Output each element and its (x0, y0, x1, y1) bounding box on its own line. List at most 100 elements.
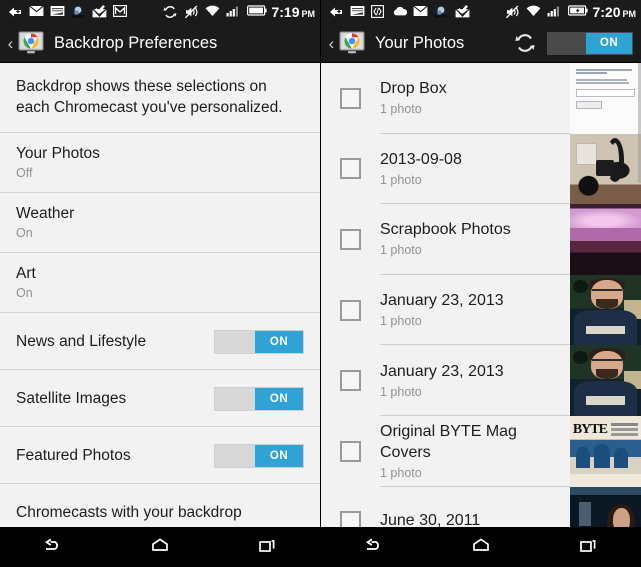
toggle-on-label: ON (255, 387, 303, 410)
home-icon[interactable] (454, 527, 508, 567)
check-envelope-icon (455, 5, 471, 19)
recents-icon[interactable] (561, 527, 615, 567)
intro-paragraph: Backdrop shows these selections on each … (16, 78, 283, 116)
envelope-icon (413, 5, 429, 19)
backdrop-intro-text: Backdrop shows these selections on each … (0, 63, 320, 132)
download-arrow-icon (8, 5, 24, 19)
thumbnail-byte-magazine-cover: BYTE (570, 415, 641, 487)
photo-icon (71, 5, 87, 19)
home-icon[interactable] (133, 527, 187, 567)
toggle-your-photos[interactable]: ON (547, 31, 633, 55)
refresh-icon[interactable] (513, 31, 537, 55)
cell-signal-icon (547, 5, 563, 19)
album-thumbnail[interactable] (570, 345, 641, 416)
album-meta: Scrapbook Photos 1 photo (380, 204, 570, 275)
list-item[interactable]: Original BYTE Mag Covers 1 photo BYTE (321, 415, 641, 487)
back-icon[interactable] (347, 527, 401, 567)
album-checkbox-wrap[interactable] (321, 134, 380, 205)
album-meta: Drop Box 1 photo (380, 63, 570, 134)
wifi-icon (205, 5, 221, 19)
right-action-bar: ‹ Your Photos ON (321, 24, 641, 63)
album-checkbox-wrap[interactable] (321, 63, 380, 134)
chromecast-icon[interactable] (339, 31, 365, 55)
album-title: January 23, 2013 (380, 362, 504, 380)
checkbox-icon[interactable] (340, 228, 361, 250)
album-count: 1 photo (380, 172, 422, 187)
toggle-track (215, 330, 255, 353)
sync-rotate-icon (163, 5, 179, 19)
mail-inbox-icon (50, 5, 66, 19)
chromecast-icon[interactable] (18, 31, 44, 55)
back-chevron-icon[interactable]: ‹ (327, 35, 336, 52)
right-status-system-icons: 7:20 PM (505, 4, 636, 20)
setting-row-art[interactable]: Art On (0, 253, 320, 312)
thumbnail-portrait-photo (570, 345, 641, 416)
setting-title: Satellite Images (16, 389, 127, 407)
check-envelope-icon (92, 5, 108, 19)
list-item[interactable]: 2013-09-08 1 photo (321, 133, 641, 205)
album-thumbnail[interactable] (570, 204, 641, 275)
list-item[interactable]: Drop Box 1 photo (321, 63, 641, 134)
album-title: Drop Box (380, 80, 447, 98)
toggle-featured-photos[interactable]: ON (214, 443, 304, 468)
right-status-bar: 7:20 PM (321, 0, 641, 24)
left-page-title: Backdrop Preferences (54, 33, 218, 52)
checkbox-icon[interactable] (340, 158, 361, 180)
setting-title: Featured Photos (16, 446, 131, 464)
album-title: Original BYTE Mag Covers (380, 422, 517, 461)
checkbox-icon[interactable] (340, 370, 361, 392)
setting-title: News and Lifestyle (16, 332, 147, 350)
album-list: Drop Box 1 photo 2013-09-08 1 photo Scra… (321, 63, 641, 567)
left-settings-list: Backdrop shows these selections on each … (0, 63, 320, 567)
list-item[interactable]: January 23, 2013 1 photo (321, 274, 641, 346)
thumbnail-portrait-photo (570, 274, 641, 346)
right-status-notification-icons (329, 5, 505, 19)
back-chevron-icon[interactable]: ‹ (6, 35, 15, 52)
back-icon[interactable] (26, 527, 80, 567)
setting-row-featured-photos[interactable]: Featured Photos ON (0, 427, 320, 483)
album-count: 1 photo (380, 465, 422, 480)
album-title: 2013-09-08 (380, 150, 462, 168)
toggle-on-label: ON (586, 32, 632, 54)
checkbox-icon[interactable] (340, 299, 361, 321)
album-thumbnail[interactable] (570, 133, 641, 205)
setting-row-weather[interactable]: Weather On (0, 193, 320, 252)
album-count: 1 photo (380, 314, 422, 329)
setting-row-satellite-images[interactable]: Satellite Images ON (0, 370, 320, 426)
album-meta: Original BYTE Mag Covers 1 photo (380, 416, 570, 487)
left-status-notification-icons (8, 5, 163, 19)
album-count: 1 photo (380, 102, 422, 117)
mail-inbox-icon (350, 5, 366, 19)
checkbox-icon[interactable] (340, 87, 361, 109)
album-thumbnail[interactable] (570, 274, 641, 346)
album-meta: January 23, 2013 1 photo (380, 275, 570, 346)
album-checkbox-wrap[interactable] (321, 275, 380, 346)
list-item[interactable]: January 23, 2013 1 photo (321, 345, 641, 416)
setting-row-your-photos[interactable]: Your Photos Off (0, 133, 320, 192)
album-meta: January 23, 2013 1 photo (380, 345, 570, 416)
left-navigation-bar (0, 527, 320, 567)
recents-icon[interactable] (240, 527, 294, 567)
setting-title: Art (16, 265, 36, 282)
list-item[interactable]: Scrapbook Photos 1 photo (321, 204, 641, 275)
album-thumbnail[interactable]: BYTE (570, 415, 641, 487)
toggle-on-label: ON (255, 444, 303, 467)
mute-vibrate-icon (505, 5, 521, 19)
album-checkbox-wrap[interactable] (321, 345, 380, 416)
toggle-track (215, 387, 255, 410)
toggle-track (548, 32, 586, 54)
album-thumbnail[interactable] (570, 63, 641, 134)
toggle-news-and-lifestyle[interactable]: ON (214, 329, 304, 354)
setting-row-news-and-lifestyle[interactable]: News and Lifestyle ON (0, 313, 320, 369)
wifi-icon (526, 5, 542, 19)
right-clock: 7:20 PM (592, 4, 636, 20)
thumbnail-chromecast-cables-photo (570, 133, 641, 205)
album-checkbox-wrap[interactable] (321, 204, 380, 275)
gmail-m-icon (113, 5, 129, 19)
checkbox-icon[interactable] (340, 440, 361, 462)
left-action-bar: ‹ Backdrop Preferences (0, 24, 320, 63)
album-checkbox-wrap[interactable] (321, 416, 380, 487)
right-phone-screen: 7:20 PM ‹ Your Photos ON Drop Box 1 phot… (320, 0, 641, 567)
album-meta: 2013-09-08 1 photo (380, 134, 570, 205)
toggle-satellite-images[interactable]: ON (214, 386, 304, 411)
